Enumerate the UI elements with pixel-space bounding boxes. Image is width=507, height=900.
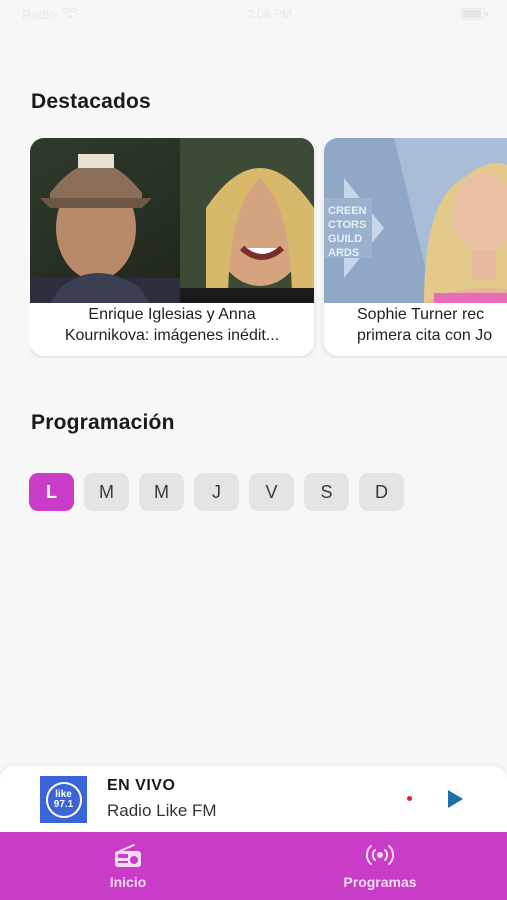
broadcast-icon [366, 845, 394, 865]
battery-icon [460, 8, 488, 20]
day-button-monday[interactable]: L [29, 473, 74, 511]
featured-card-line2: Kournikova: imágenes inédit... [64, 327, 280, 344]
featured-card-line1: Sophie Turner rec [357, 306, 485, 323]
featured-card-line2: primera cita con Jo [357, 327, 493, 344]
svg-text:CREEN: CREEN [328, 205, 367, 217]
radio-icon [115, 844, 141, 867]
day-button-tuesday[interactable]: M [84, 473, 129, 511]
featured-card[interactable]: Enrique Iglesias y Anna Kournikova: imág… [30, 138, 314, 356]
live-label: EN VIVO [107, 777, 176, 794]
wifi-icon [61, 8, 78, 19]
station-logo: like 97.1 [40, 776, 87, 823]
play-icon[interactable] [444, 788, 466, 810]
day-button-sunday[interactable]: D [359, 473, 404, 511]
station-name: Radio Like FM [107, 801, 217, 820]
live-indicator-dot [407, 796, 412, 801]
svg-text:ARDS: ARDS [328, 247, 359, 259]
day-button-wednesday[interactable]: M [139, 473, 184, 511]
day-selector: L M M J V S D [29, 473, 404, 511]
day-button-thursday[interactable]: J [194, 473, 239, 511]
mini-player[interactable]: like 97.1 EN VIVO Radio Like FM [0, 766, 507, 832]
station-logo-text: like 97.1 [45, 781, 82, 818]
featured-card-image: CREEN CTORS GUILD ARDS [324, 138, 507, 303]
featured-card[interactable]: CREEN CTORS GUILD ARDS Sophie Turner rec… [324, 138, 507, 356]
day-button-saturday[interactable]: S [304, 473, 349, 511]
tab-home-label: Inicio [109, 874, 147, 890]
status-left: Radio [22, 7, 78, 22]
carrier-label: Radio [22, 6, 56, 22]
featured-card-image [30, 138, 314, 303]
featured-card-line1: Enrique Iglesias y Anna [88, 306, 256, 323]
featured-card-caption: Enrique Iglesias y Anna Kournikova: imág… [30, 304, 314, 346]
tab-programs[interactable]: Programas [330, 844, 430, 890]
svg-text:GUILD: GUILD [328, 233, 362, 245]
day-button-friday[interactable]: V [249, 473, 294, 511]
featured-card-caption: Sophie Turner rec primera cita con Jo [324, 304, 507, 346]
svg-text:CTORS: CTORS [328, 219, 366, 231]
featured-carousel[interactable]: Enrique Iglesias y Anna Kournikova: imág… [30, 138, 507, 358]
status-bar: Radio 2:08 PM [0, 0, 507, 28]
tab-programs-label: Programas [343, 874, 417, 890]
status-time: 2:08 PM [247, 7, 292, 21]
tab-home[interactable]: Inicio [88, 844, 168, 890]
schedule-title: Programación [31, 411, 175, 434]
tab-bar: Inicio Programas [0, 832, 507, 900]
featured-title: Destacados [31, 90, 151, 113]
